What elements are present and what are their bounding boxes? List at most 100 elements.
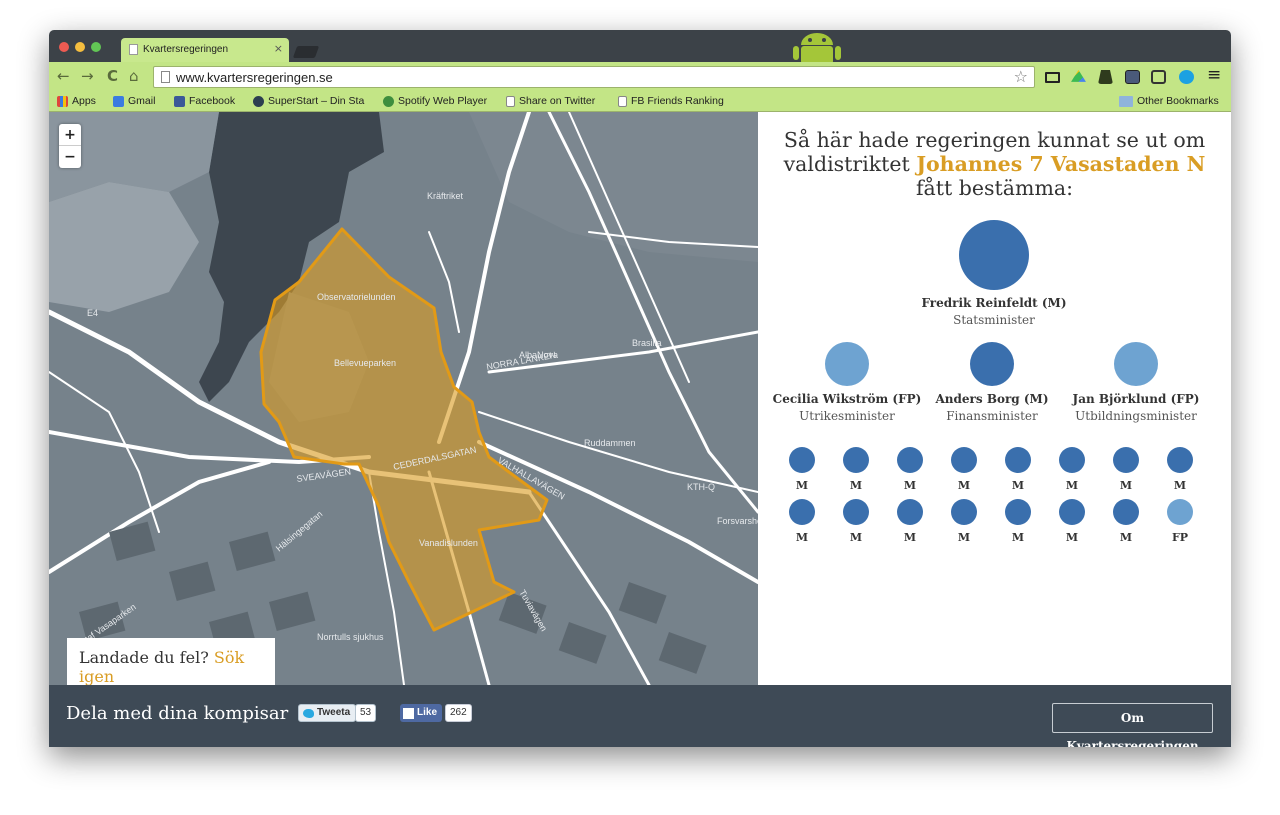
cast-icon[interactable] — [1151, 70, 1166, 84]
map-label: Vanadislunden — [419, 538, 478, 548]
android-theme-icon — [793, 33, 841, 62]
tweet-count: 53 — [355, 704, 377, 722]
folder-icon — [1119, 95, 1133, 107]
bookmark-superstart[interactable]: SuperStart – Din Sta — [253, 95, 373, 107]
bookmark-gmail[interactable]: Gmail — [113, 95, 155, 107]
m-extension-icon[interactable] — [1179, 70, 1194, 84]
district-name: Johannes 7 Vasastaden N — [916, 152, 1206, 176]
forward-icon[interactable]: → — [81, 69, 94, 84]
bookmark-fb-friends[interactable]: FB Friends Ranking — [618, 95, 724, 107]
zoom-in-button[interactable]: + — [59, 124, 81, 146]
seat-party-label: M — [1119, 479, 1133, 492]
bookmark-star-icon[interactable]: ☆ — [1014, 67, 1028, 86]
seat-dot — [1167, 499, 1193, 525]
share-title: Dela med dina kompisar — [66, 703, 289, 724]
extension-icon[interactable] — [1098, 70, 1113, 84]
facebook-icon — [403, 707, 414, 719]
seat-dot — [1059, 499, 1085, 525]
seat-dot — [1167, 447, 1193, 473]
bookmark-spotify[interactable]: Spotify Web Player — [383, 95, 487, 107]
bookmark-label: Share on Twitter — [519, 95, 596, 107]
bookmark-apps[interactable]: Apps — [57, 95, 96, 107]
like-label: Like — [417, 707, 438, 718]
mail-icon[interactable] — [1045, 72, 1060, 83]
reload-icon[interactable]: C — [107, 69, 118, 84]
seat-dot — [951, 447, 977, 473]
map-label: KTH-Q — [687, 482, 715, 492]
home-icon[interactable]: ⌂ — [129, 69, 139, 84]
bookmark-label: SuperStart – Din Sta — [268, 95, 365, 107]
bookmark-label: Apps — [72, 95, 96, 107]
twitter-bird-icon — [303, 708, 314, 718]
bookmark-label: Other Bookmarks — [1137, 95, 1219, 107]
seat-party-label: M — [849, 531, 863, 544]
map-label: Brasilia — [632, 338, 662, 348]
footer: Dela med dina kompisar Tweeta 53 Like 26… — [49, 685, 1231, 747]
map-label: Norrtulls sjukhus — [317, 632, 384, 642]
avatar-extension-icon[interactable] — [1125, 70, 1140, 84]
seat-party-label: M — [795, 531, 809, 544]
seat-dot — [897, 499, 923, 525]
drive-icon[interactable] — [1071, 70, 1086, 82]
new-tab-button[interactable] — [292, 46, 320, 58]
tab-close-icon[interactable]: × — [274, 42, 283, 55]
back-icon[interactable]: ← — [57, 69, 70, 84]
seat-party-label: M — [1119, 531, 1133, 544]
bookmark-label: FB Friends Ranking — [631, 95, 724, 107]
seat-dot — [1113, 447, 1139, 473]
pm-avatar — [959, 220, 1029, 290]
zoom-control: + − — [59, 124, 81, 168]
relocate-box: Landade du fel? Sök igen — [67, 638, 275, 685]
seat-party-label: M — [1065, 531, 1079, 544]
tab-title: Kvartersregeringen — [143, 44, 229, 55]
map-tiles: Kräftriket Bellevueparken Observatorielu… — [49, 112, 758, 685]
seat-dot — [1059, 447, 1085, 473]
bookmark-label: Facebook — [189, 95, 236, 107]
page-content: Kräftriket Bellevueparken Observatorielu… — [49, 112, 1231, 685]
url-text[interactable]: www.kvartersregeringen.se — [176, 70, 333, 85]
zoom-window-button[interactable] — [91, 42, 101, 52]
pm-name: Fredrik Reinfeldt (M) — [921, 296, 1067, 310]
page-icon — [161, 71, 170, 83]
tweet-label: Tweeta — [317, 707, 351, 718]
like-count: 262 — [445, 704, 472, 722]
map-label: Observatorielunden — [317, 292, 396, 302]
seat-dot — [1005, 447, 1031, 473]
seat-dot — [843, 447, 869, 473]
zoom-out-button[interactable]: − — [59, 146, 81, 168]
close-window-button[interactable] — [59, 42, 69, 52]
seat-party-label: M — [903, 479, 917, 492]
seat-dot — [1113, 499, 1139, 525]
map[interactable]: Kräftriket Bellevueparken Observatorielu… — [49, 112, 758, 685]
minister-name: Jan Björklund (FP) — [1072, 392, 1200, 406]
apps-grid-icon — [57, 95, 68, 107]
government-panel: Så här hade regeringen kunnat se ut om v… — [758, 112, 1231, 685]
bookmarks-bar: Apps Gmail Facebook SuperStart – Din Sta… — [49, 92, 1231, 112]
minister-role: Utbildningsminister — [1075, 409, 1197, 423]
map-label: Bellevueparken — [334, 358, 396, 368]
seat-dot — [789, 499, 815, 525]
menu-icon[interactable]: ≡ — [1207, 67, 1221, 84]
tweet-button[interactable]: Tweeta — [298, 704, 357, 722]
pm-role: Statsminister — [953, 313, 1035, 327]
seat-party-label: M — [957, 531, 971, 544]
seat-dot — [843, 499, 869, 525]
browser-tab[interactable]: Kvartersregeringen × — [121, 38, 289, 62]
seat-party-label: M — [1065, 479, 1079, 492]
bookmark-share-twitter[interactable]: Share on Twitter — [506, 95, 595, 107]
other-bookmarks[interactable]: Other Bookmarks — [1119, 95, 1219, 107]
minimize-window-button[interactable] — [75, 42, 85, 52]
about-button[interactable]: Om Kvartersregeringen — [1052, 703, 1213, 747]
bookmark-facebook[interactable]: Facebook — [174, 95, 235, 107]
seat-party-label: M — [1011, 531, 1025, 544]
map-label: Kräftriket — [427, 191, 464, 201]
google-icon — [113, 95, 124, 107]
like-button[interactable]: Like — [400, 704, 443, 722]
address-bar[interactable]: www.kvartersregeringen.se ☆ — [153, 66, 1035, 88]
superstart-icon — [253, 95, 264, 107]
map-label: Ruddammen — [584, 438, 636, 448]
page-icon — [506, 95, 515, 107]
minister-name: Cecilia Wikström (FP) — [772, 392, 922, 406]
seat-dot — [789, 447, 815, 473]
minister-avatar — [825, 342, 869, 386]
